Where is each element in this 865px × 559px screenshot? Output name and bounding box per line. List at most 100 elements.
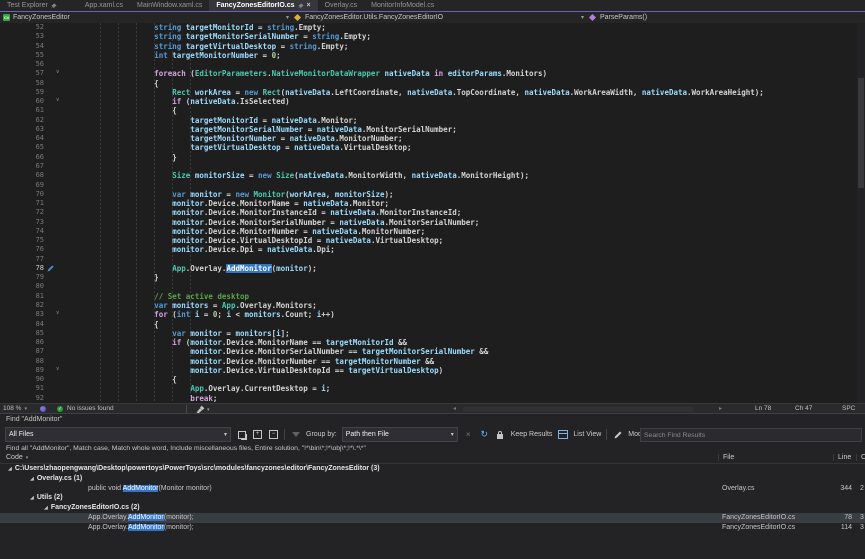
column-header-col[interactable]: Col bbox=[856, 454, 865, 461]
fold-chevron-icon[interactable]: ∨ bbox=[56, 365, 59, 374]
line-number[interactable]: 70 bbox=[0, 190, 44, 199]
code-line-87[interactable]: 87 monitor.Device.MonitorSerialNumber ==… bbox=[0, 347, 865, 356]
column-header-file[interactable]: File bbox=[718, 454, 734, 461]
result-group-row[interactable]: ◢Overlay.cs (1) bbox=[0, 474, 865, 484]
line-number[interactable]: 67 bbox=[0, 162, 44, 171]
tree-expand-icon[interactable]: ◢ bbox=[30, 495, 34, 501]
line-number[interactable]: 77 bbox=[0, 255, 44, 264]
line-number[interactable]: 65 bbox=[0, 143, 44, 152]
line-number[interactable]: 90 bbox=[0, 375, 44, 384]
code-line-70[interactable]: 70 var monitor = new Monitor(workArea, m… bbox=[0, 190, 865, 199]
keep-results-label[interactable]: Keep Results bbox=[511, 431, 553, 438]
chevron-down-icon[interactable]: ▾ bbox=[224, 431, 227, 438]
code-line-74[interactable]: 74 monitor.Device.MonitorNumber = native… bbox=[0, 227, 865, 236]
code-line-91[interactable]: 91 App.Overlay.CurrentDesktop = i; bbox=[0, 384, 865, 393]
tree-expand-icon[interactable]: ◢ bbox=[44, 505, 48, 511]
code-line-71[interactable]: 71 monitor.Device.MonitorName = nativeDa… bbox=[0, 199, 865, 208]
line-number[interactable]: 52 bbox=[0, 23, 44, 32]
line-number[interactable]: 86 bbox=[0, 338, 44, 347]
modify-find-button[interactable] bbox=[612, 429, 623, 440]
line-number[interactable]: 79 bbox=[0, 273, 44, 282]
chevron-down-icon[interactable]: ▾ bbox=[26, 455, 29, 461]
result-group-row[interactable]: ◢FancyZonesEditorIO.cs (2) bbox=[0, 503, 865, 513]
line-number[interactable]: 53 bbox=[0, 32, 44, 41]
code-line-62[interactable]: 62 targetMonitorId = nativeData.Monitor; bbox=[0, 116, 865, 125]
line-number[interactable]: 87 bbox=[0, 347, 44, 356]
tree-expand-icon[interactable]: ◢ bbox=[8, 466, 12, 472]
code-line-61[interactable]: 61 { bbox=[0, 106, 865, 115]
code-line-56[interactable]: 56 bbox=[0, 60, 865, 69]
code-line-53[interactable]: 53 string targetMonitorSerialNumber = st… bbox=[0, 32, 865, 41]
code-line-88[interactable]: 88 monitor.Device.MonitorNumber == targe… bbox=[0, 357, 865, 366]
code-line-73[interactable]: 73 monitor.Device.MonitorSerialNumber = … bbox=[0, 218, 865, 227]
zoom-control[interactable]: 108 % ▾ bbox=[3, 405, 27, 412]
line-number[interactable]: 76 bbox=[0, 245, 44, 254]
copy-results-button[interactable] bbox=[236, 429, 247, 440]
collapse-all-button[interactable] bbox=[268, 429, 279, 440]
list-view-label[interactable]: List View bbox=[573, 431, 601, 438]
code-line-82[interactable]: 82 var monitors = App.Overlay.Monitors; bbox=[0, 301, 865, 310]
code-line-76[interactable]: 76 monitor.Device.Dpi = nativeData.Dpi; bbox=[0, 245, 865, 254]
tab-monitorinfomodel-cs[interactable]: MonitorInfoModel.cs bbox=[364, 0, 441, 11]
member-dropdown[interactable]: ParseParams() bbox=[588, 12, 865, 23]
clear-results-button[interactable]: × bbox=[463, 429, 474, 440]
code-line-81[interactable]: 81 // Set active desktop bbox=[0, 292, 865, 301]
tab-app-xaml-cs[interactable]: App.xaml.cs bbox=[78, 0, 130, 11]
code-line-57[interactable]: 57∨ foreach (EditorParameters.NativeMoni… bbox=[0, 69, 865, 78]
vertical-scrollbar-thumb[interactable] bbox=[858, 78, 864, 188]
line-number[interactable]: 58 bbox=[0, 79, 44, 88]
code-line-59[interactable]: 59 Rect workArea = new Rect(nativeData.L… bbox=[0, 88, 865, 97]
close-icon[interactable]: × bbox=[307, 2, 311, 9]
code-line-58[interactable]: 58 { bbox=[0, 79, 865, 88]
pin-icon[interactable] bbox=[298, 3, 304, 9]
line-number[interactable]: 69 bbox=[0, 181, 44, 190]
tab-mainwindow-xaml-cs[interactable]: MainWindow.xaml.cs bbox=[130, 0, 209, 11]
code-line-66[interactable]: 66 } bbox=[0, 153, 865, 162]
code-line-63[interactable]: 63 targetMonitorSerialNumber = nativeDat… bbox=[0, 125, 865, 134]
code-line-80[interactable]: 80 bbox=[0, 282, 865, 291]
line-number[interactable]: 89 bbox=[0, 366, 44, 375]
line-number[interactable]: 72 bbox=[0, 208, 44, 217]
code-line-92[interactable]: 92 break; bbox=[0, 394, 865, 403]
line-number[interactable]: 78 bbox=[0, 264, 44, 273]
code-line-83[interactable]: 83∨ for (int i = 0; i < monitors.Count; … bbox=[0, 310, 865, 319]
issues-status-text[interactable]: No issues found bbox=[67, 405, 114, 412]
line-number[interactable]: 83 bbox=[0, 310, 44, 319]
filter-button[interactable] bbox=[290, 429, 301, 440]
line-number[interactable]: 91 bbox=[0, 384, 44, 393]
line-number[interactable]: 75 bbox=[0, 236, 44, 245]
result-group-row[interactable]: ◢C:\Users\zhaopengwang\Desktop\powertoys… bbox=[0, 464, 865, 474]
line-number[interactable]: 84 bbox=[0, 320, 44, 329]
column-header-line[interactable]: Line bbox=[833, 454, 851, 461]
tab-fancyzoneseditorio-cs[interactable]: FancyZonesEditorIO.cs× bbox=[209, 0, 317, 11]
code-line-85[interactable]: 85 var monitor = monitors[i]; bbox=[0, 329, 865, 338]
code-line-64[interactable]: 64 targetMonitorNumber = nativeData.Moni… bbox=[0, 134, 865, 143]
space-mode-indicator[interactable]: SPC bbox=[842, 405, 855, 412]
line-number[interactable]: 74 bbox=[0, 227, 44, 236]
code-line-69[interactable]: 69 bbox=[0, 181, 865, 190]
result-group-row[interactable]: ◢Utils (2) bbox=[0, 493, 865, 503]
code-editor[interactable]: 52 string targetMonitorId = string.Empty… bbox=[0, 23, 865, 403]
fold-chevron-icon[interactable]: ∨ bbox=[56, 68, 59, 77]
line-number[interactable]: 57 bbox=[0, 69, 44, 78]
list-view-button[interactable] bbox=[557, 429, 568, 440]
code-line-52[interactable]: 52 string targetMonitorId = string.Empty… bbox=[0, 23, 865, 32]
line-number[interactable]: 92 bbox=[0, 394, 44, 403]
line-number[interactable]: 59 bbox=[0, 88, 44, 97]
chevron-down-icon[interactable]: ▾ bbox=[286, 14, 289, 21]
project-dropdown[interactable]: FancyZonesEditor ▾ bbox=[0, 12, 293, 23]
find-results-search-input[interactable] bbox=[640, 428, 862, 442]
line-number[interactable]: 81 bbox=[0, 292, 44, 301]
chevron-down-icon[interactable]: ▾ bbox=[24, 406, 27, 412]
tab-test-explorer[interactable]: Test Explorer bbox=[0, 0, 64, 11]
code-line-72[interactable]: 72 monitor.Device.MonitorInstanceId = na… bbox=[0, 208, 865, 217]
line-number[interactable]: 66 bbox=[0, 153, 44, 162]
line-number[interactable]: 55 bbox=[0, 51, 44, 60]
line-number[interactable]: 56 bbox=[0, 60, 44, 69]
line-number[interactable]: 82 bbox=[0, 301, 44, 310]
keep-results-button[interactable] bbox=[495, 429, 506, 440]
line-number[interactable]: 71 bbox=[0, 199, 44, 208]
code-line-86[interactable]: 86 if (monitor.Device.MonitorName == tar… bbox=[0, 338, 865, 347]
line-number[interactable]: 80 bbox=[0, 282, 44, 291]
line-number[interactable]: 73 bbox=[0, 218, 44, 227]
